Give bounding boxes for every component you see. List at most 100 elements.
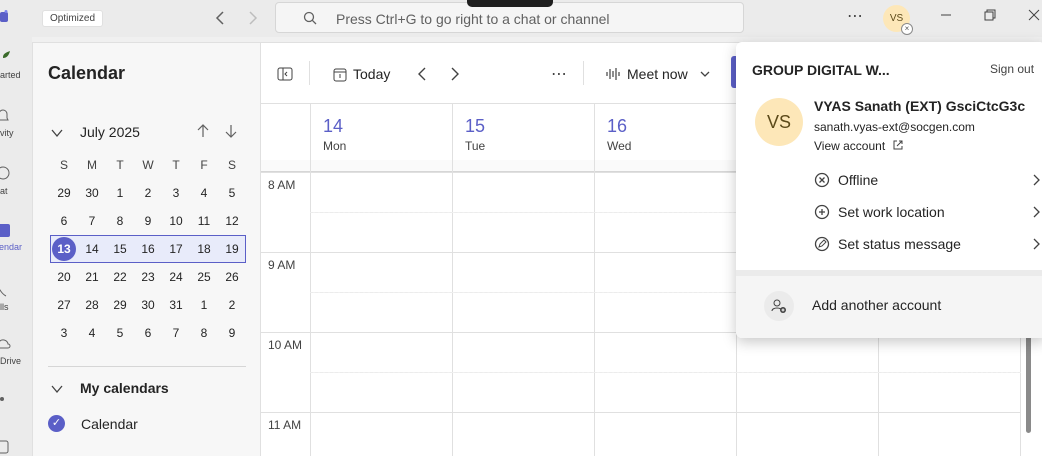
arrow-down-icon[interactable] [224, 123, 238, 139]
previous-week-button[interactable] [417, 64, 427, 84]
mini-calendar-day[interactable]: 19 [218, 238, 246, 260]
help-icon[interactable] [0, 439, 10, 455]
mini-calendar-day[interactable]: 21 [78, 266, 106, 288]
half-hour-line [310, 372, 1021, 373]
mini-calendar-day[interactable]: 26 [218, 266, 246, 288]
mini-calendar-day[interactable]: 16 [134, 238, 162, 260]
status-message-menu-item[interactable]: Set status message [814, 233, 1042, 255]
mini-calendar-day[interactable]: 1 [106, 182, 134, 204]
mini-calendar-today[interactable]: 13 [52, 237, 76, 261]
profile-avatar-button[interactable]: VS × [883, 5, 913, 35]
mini-calendar-day[interactable]: 7 [162, 322, 190, 344]
sign-out-link[interactable]: Sign out [990, 62, 1034, 76]
mini-calendar-day[interactable]: 31 [162, 294, 190, 316]
checkmark-icon[interactable]: ✓ [48, 415, 65, 432]
mini-calendar-day[interactable]: 5 [106, 322, 134, 344]
rail-item-activity[interactable]: vity [0, 107, 32, 149]
mini-calendar-day[interactable]: 3 [50, 322, 78, 344]
forward-button[interactable] [243, 8, 263, 28]
mini-calendar-day[interactable]: 12 [218, 210, 246, 232]
calendar-list-item[interactable]: ✓ Calendar [48, 415, 248, 435]
rail-label: at [0, 186, 8, 196]
chevron-right-icon [451, 67, 459, 81]
mini-calendar-day[interactable]: 5 [218, 182, 246, 204]
mini-calendar-day[interactable]: 11 [190, 210, 218, 232]
day-column-header[interactable]: 15 Tue [452, 104, 594, 160]
toggle-sidebar-button[interactable] [277, 64, 293, 84]
mini-calendar-day[interactable]: 15 [106, 238, 134, 260]
mini-calendar-day[interactable]: 9 [218, 322, 246, 344]
mini-calendar-month[interactable]: July 2025 [80, 124, 140, 140]
mini-calendar-day[interactable]: 4 [78, 322, 106, 344]
mini-calendar-day[interactable]: 3 [162, 182, 190, 204]
minimize-icon [941, 14, 951, 16]
mini-calendar-day[interactable]: 27 [50, 294, 78, 316]
mini-calendar-day[interactable]: 8 [190, 322, 218, 344]
day-column-header[interactable]: 16 Wed [594, 104, 736, 160]
profile-email: sanath.vyas-ext@socgen.com [814, 120, 975, 134]
hour-line [261, 412, 1021, 413]
meet-now-button[interactable]: Meet now [605, 64, 710, 84]
title-bar: Optimized Press Ctrl+G to go right to a … [0, 0, 1042, 37]
rail-item-calls[interactable]: lls [0, 281, 32, 323]
chevron-down-icon[interactable] [51, 127, 63, 139]
status-menu-item[interactable]: Offline [814, 169, 1042, 191]
rail-item-onedrive[interactable]: Drive [0, 335, 32, 377]
mini-calendar-day[interactable]: 1 [190, 294, 218, 316]
mini-calendar-day[interactable]: 30 [134, 294, 162, 316]
mini-calendar-day[interactable]: 18 [190, 238, 218, 260]
status-message-label: Set status message [838, 236, 961, 252]
time-label: 11 AM [268, 418, 302, 432]
day-number: 16 [607, 116, 628, 136]
more-toolbar-button[interactable]: ⋯ [551, 64, 567, 84]
mini-calendar-day[interactable]: 8 [106, 210, 134, 232]
mini-calendar-day[interactable]: 29 [50, 182, 78, 204]
plant-icon [3, 51, 10, 65]
arrow-up-icon[interactable] [196, 123, 210, 139]
chevron-right-icon [249, 11, 258, 25]
day-column-header[interactable]: 14 Mon [310, 104, 452, 160]
rail-item-calendar[interactable]: endar [0, 221, 32, 263]
vertical-scrollbar[interactable] [1026, 333, 1031, 433]
rail-more-icon[interactable] [0, 397, 4, 401]
today-button[interactable]: Today [333, 64, 390, 84]
view-account-link[interactable]: View account [814, 139, 903, 153]
mini-calendar-day[interactable]: 6 [134, 322, 162, 344]
toolbar-divider [583, 61, 584, 85]
mini-calendar-day[interactable]: 4 [190, 182, 218, 204]
mini-calendar-day[interactable]: 25 [190, 266, 218, 288]
mini-calendar-day[interactable]: 20 [50, 266, 78, 288]
add-account-button[interactable]: Add another account [736, 270, 1042, 338]
mini-calendar-day[interactable]: 2 [218, 294, 246, 316]
mini-calendar-day[interactable]: 29 [106, 294, 134, 316]
mini-calendar-day[interactable]: 7 [78, 210, 106, 232]
restore-button[interactable] [979, 8, 1001, 28]
mini-calendar-day[interactable]: 9 [134, 210, 162, 232]
mini-calendar-day[interactable]: 6 [50, 210, 78, 232]
weekday-label: F [200, 158, 208, 172]
mini-calendar-day[interactable]: 30 [78, 182, 106, 204]
minimize-button[interactable] [935, 8, 957, 28]
rail-item-get-started[interactable]: arted [0, 49, 32, 91]
more-options-button[interactable]: ⋯ [845, 6, 865, 28]
mini-calendar-day[interactable]: 17 [162, 238, 190, 260]
next-week-button[interactable] [450, 64, 460, 84]
view-account-label: View account [814, 139, 886, 153]
mini-calendar-day[interactable]: 22 [106, 266, 134, 288]
teams-logo-icon[interactable] [0, 10, 10, 26]
rail-label: vity [0, 128, 14, 138]
mini-calendar-day[interactable]: 10 [162, 210, 190, 232]
work-location-menu-item[interactable]: Set work location [814, 201, 1042, 223]
mini-calendar-day[interactable]: 28 [78, 294, 106, 316]
profile-avatar[interactable]: VS [755, 98, 803, 146]
my-calendars-header[interactable]: My calendars [48, 379, 248, 399]
mini-calendar-day[interactable]: 2 [134, 182, 162, 204]
back-button[interactable] [210, 8, 230, 28]
search-placeholder: Press Ctrl+G to go right to a chat or ch… [336, 11, 610, 27]
mini-calendar-day[interactable]: 14 [78, 238, 106, 260]
restore-icon [984, 9, 996, 21]
close-button[interactable] [1023, 8, 1042, 28]
mini-calendar-day[interactable]: 24 [162, 266, 190, 288]
mini-calendar-day[interactable]: 23 [134, 266, 162, 288]
rail-item-chat[interactable]: at [0, 165, 32, 207]
